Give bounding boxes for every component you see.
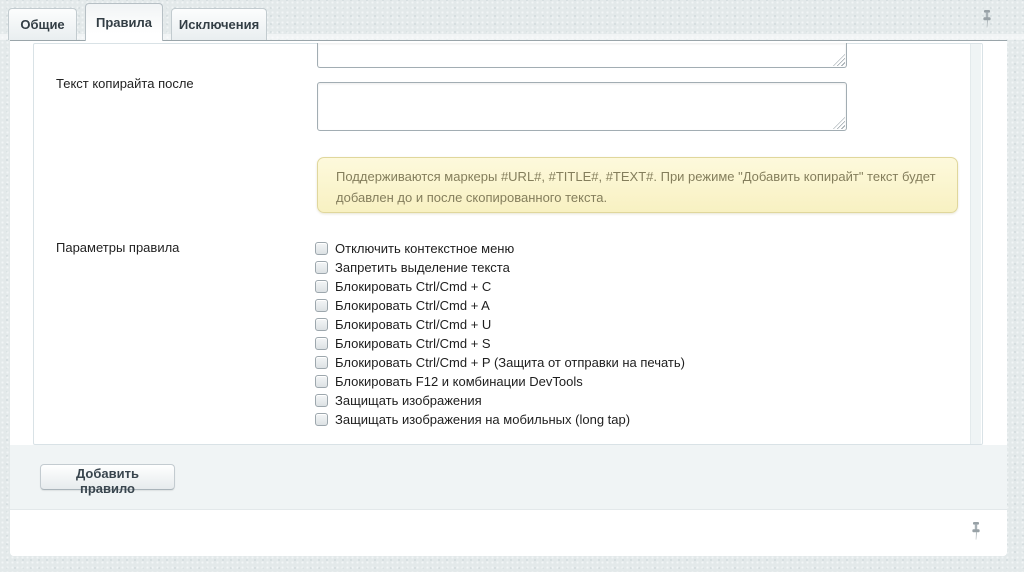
checkbox[interactable] (315, 375, 328, 388)
checkbox-label: Блокировать Ctrl/Cmd + A (335, 298, 490, 313)
checkbox-label: Защищать изображения на мобильных (long … (335, 412, 630, 427)
checkbox-label: Блокировать Ctrl/Cmd + C (335, 279, 491, 294)
checkbox[interactable] (315, 318, 328, 331)
tab-label: Общие (20, 17, 64, 32)
tab-label: Правила (96, 15, 152, 30)
form-right-gutter (970, 44, 981, 444)
pushpin-icon[interactable] (970, 522, 982, 540)
checkbox[interactable] (315, 394, 328, 407)
copyright-after-textarea-input[interactable] (318, 83, 846, 130)
checkbox-row[interactable]: Защищать изображения на мобильных (long … (315, 410, 935, 429)
tab-exceptions[interactable]: Исключения (171, 8, 267, 40)
partial-top-textarea[interactable] (317, 43, 847, 68)
checkbox-label: Защищать изображения (335, 393, 482, 408)
checkbox-label: Блокировать Ctrl/Cmd + S (335, 336, 491, 351)
tab-bar: Общие Правила Исключения (0, 0, 1024, 41)
checkbox[interactable] (315, 261, 328, 274)
checkbox-row[interactable]: Блокировать Ctrl/Cmd + C (315, 277, 935, 296)
rule-params-checkbox-list: Отключить контекстное меню Запретить выд… (315, 239, 935, 429)
checkbox[interactable] (315, 280, 328, 293)
rule-form: Текст копирайта после Поддерживаются мар… (33, 43, 983, 445)
checkbox-row[interactable]: Блокировать F12 и комбинации DevTools (315, 372, 935, 391)
checkbox[interactable] (315, 337, 328, 350)
tab-content-panel: Текст копирайта после Поддерживаются мар… (10, 40, 1007, 556)
checkbox-row[interactable]: Защищать изображения (315, 391, 935, 410)
checkbox[interactable] (315, 242, 328, 255)
checkbox-row[interactable]: Отключить контекстное меню (315, 239, 935, 258)
tab-label: Исключения (179, 17, 259, 32)
page-background: Общие Правила Исключения Текст копирайта… (0, 0, 1024, 572)
checkbox[interactable] (315, 413, 328, 426)
add-rule-button[interactable]: Добавить правило (40, 464, 175, 490)
tab-general[interactable]: Общие (8, 8, 77, 40)
checkbox[interactable] (315, 299, 328, 312)
copyright-after-textarea[interactable] (317, 82, 847, 131)
checkbox-row[interactable]: Блокировать Ctrl/Cmd + A (315, 296, 935, 315)
panel-footer: Сохранить (10, 509, 1007, 556)
checkbox-label: Блокировать Ctrl/Cmd + P (Защита от отпр… (335, 355, 685, 370)
checkbox-row[interactable]: Запретить выделение текста (315, 258, 935, 277)
checkbox-row[interactable]: Блокировать Ctrl/Cmd + P (Защита от отпр… (315, 353, 935, 372)
checkbox-label: Отключить контекстное меню (335, 241, 514, 256)
checkbox-label: Блокировать Ctrl/Cmd + U (335, 317, 491, 332)
checkbox-row[interactable]: Блокировать Ctrl/Cmd + S (315, 334, 935, 353)
checkbox-label: Блокировать F12 и комбинации DevTools (335, 374, 583, 389)
tab-rules[interactable]: Правила (85, 3, 163, 41)
checkbox[interactable] (315, 356, 328, 369)
copyright-after-label: Текст копирайта после (56, 76, 194, 91)
markers-notice: Поддерживаются маркеры #URL#, #TITLE#, #… (317, 157, 958, 213)
checkbox-row[interactable]: Блокировать Ctrl/Cmd + U (315, 315, 935, 334)
partial-top-textarea-input[interactable] (318, 43, 846, 67)
rule-params-label: Параметры правила (56, 240, 179, 255)
checkbox-label: Запретить выделение текста (335, 260, 510, 275)
